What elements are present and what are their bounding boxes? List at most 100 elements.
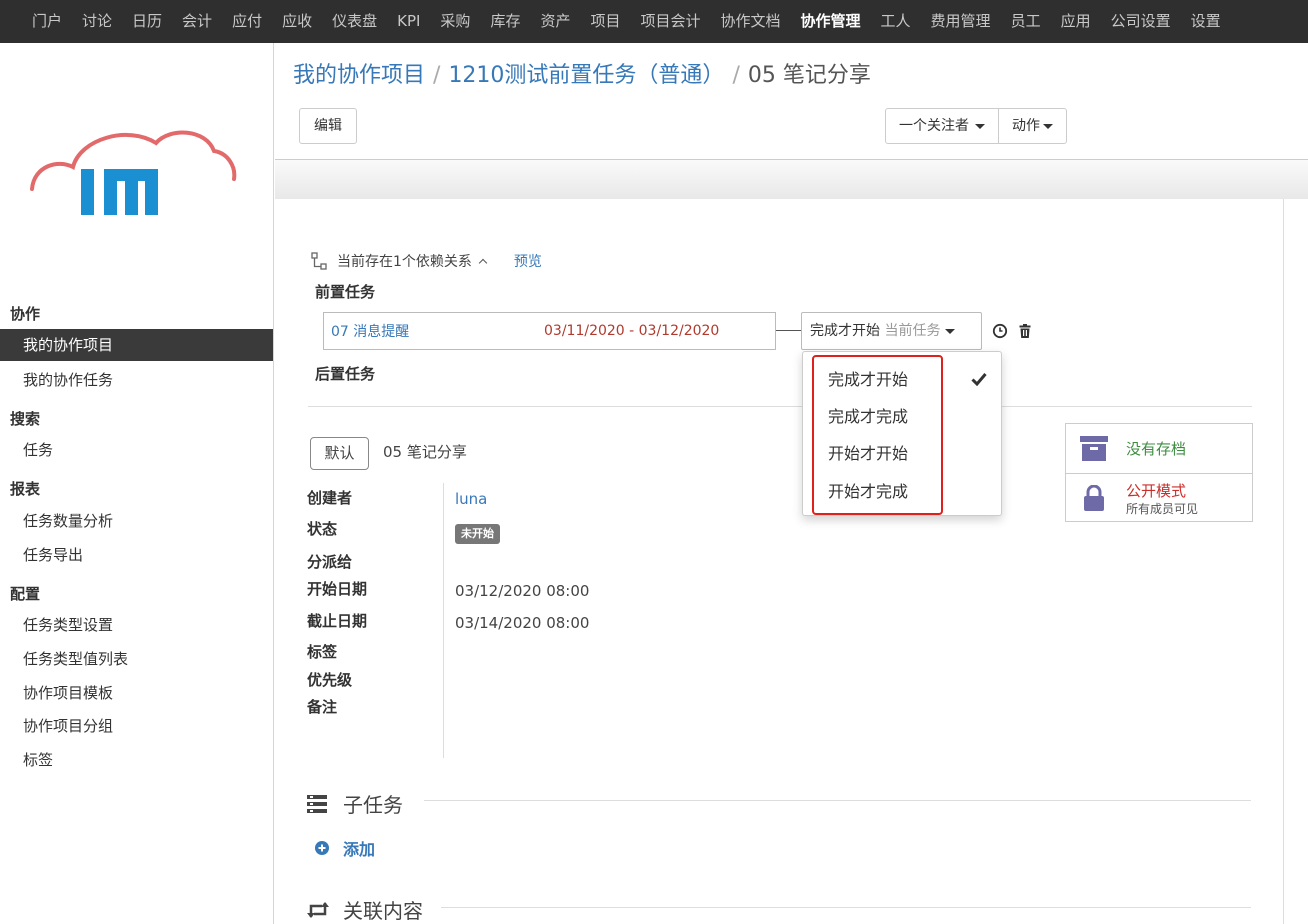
related-rule <box>441 907 1251 908</box>
check-icon <box>971 373 987 386</box>
post-task-title: 后置任务 <box>315 365 376 383</box>
sidebar-item-task-export[interactable]: 任务导出 <box>0 539 273 571</box>
preview-link[interactable]: 预览 <box>514 251 542 271</box>
sidebar-item-project-groups[interactable]: 协作项目分组 <box>0 710 273 742</box>
clock-icon[interactable] <box>992 323 1008 339</box>
task-name: 05 笔记分享 <box>383 443 467 461</box>
nav-calendar[interactable]: 日历 <box>122 0 172 43</box>
priority-label: 优先级 <box>307 671 353 689</box>
relation-option-finish-start[interactable]: 完成才开始 <box>828 366 908 390</box>
visibility-sub: 所有成员可见 <box>1126 502 1199 516</box>
deadline-value[interactable]: 03/14/2020 08:00 <box>455 614 589 632</box>
relation-select[interactable]: 完成才开始 当前任务 <box>801 312 982 350</box>
nav-collab-management[interactable]: 协作管理 <box>791 0 871 43</box>
nav-collab-docs[interactable]: 协作文档 <box>711 0 791 43</box>
nav-project-accounting[interactable]: 项目会计 <box>630 0 710 43</box>
chevron-up-icon[interactable] <box>478 258 488 267</box>
add-subtask-button[interactable]: 添加 <box>315 836 375 860</box>
tags-label: 标签 <box>307 643 338 661</box>
pre-task-link[interactable]: 07 消息提醒 <box>331 321 544 341</box>
main-content: 我的协作项目 / 1210测试前置任务（普通） / 05 笔记分享 编辑 一个关注者 动… <box>275 43 1308 924</box>
nav-company-settings[interactable]: 公司设置 <box>1101 0 1181 43</box>
nav-inventory[interactable]: 库存 <box>480 0 530 43</box>
followers-label: 一个关注者 <box>899 118 969 134</box>
breadcrumb-separator: / <box>732 63 740 88</box>
form-sheet: 当前存在1个依赖关系 预览 前置任务 07 消息提醒 03/11/2020 - … <box>275 199 1284 924</box>
sidebar-section-config: 配置 <box>10 585 41 603</box>
nav-portal[interactable]: 门户 <box>22 0 72 43</box>
dependency-summary-text[interactable]: 当前存在1个依赖关系 <box>337 251 472 271</box>
trash-icon[interactable] <box>1017 323 1033 339</box>
top-navbar: 门户 讨论 日历 会计 应付 应收 仪表盘 KPI 采购 库存 资产 项目 项目… <box>0 0 1308 43</box>
nav-expenses[interactable]: 费用管理 <box>921 0 1001 43</box>
retweet-icon <box>307 901 329 918</box>
sidebar-item-task-type-settings[interactable]: 任务类型设置 <box>0 609 273 641</box>
action-dropdown[interactable]: 动作 <box>998 109 1066 143</box>
breadcrumb-project[interactable]: 1210测试前置任务（普通） <box>448 63 724 88</box>
start-date-value[interactable]: 03/12/2020 08:00 <box>455 582 589 600</box>
nav-dashboard[interactable]: 仪表盘 <box>322 0 387 43</box>
sidebar-item-my-tasks[interactable]: 我的协作任务 <box>0 364 273 396</box>
tasks-icon <box>307 794 327 813</box>
nav-accounting[interactable]: 会计 <box>172 0 222 43</box>
nav-project[interactable]: 项目 <box>580 0 630 43</box>
notes-label: 备注 <box>307 698 338 716</box>
nav-settings[interactable]: 设置 <box>1181 0 1231 43</box>
nav-employees[interactable]: 员工 <box>1001 0 1051 43</box>
caret-down-icon <box>975 123 985 129</box>
visibility-toggle[interactable]: 公开模式 所有成员可见 <box>1066 473 1252 522</box>
nav-receivable[interactable]: 应收 <box>272 0 322 43</box>
nav-purchase[interactable]: 采购 <box>430 0 480 43</box>
relation-option-start-start[interactable]: 开始才开始 <box>828 440 908 464</box>
caret-down-icon <box>1043 123 1053 129</box>
sidebar-item-project-templates[interactable]: 协作项目模板 <box>0 677 273 709</box>
nav-discuss[interactable]: 讨论 <box>72 0 122 43</box>
relation-dropdown-menu: 完成才开始 完成才完成 开始才开始 开始才完成 <box>802 351 1002 516</box>
header-actions: 一个关注者 动作 <box>885 108 1067 144</box>
relation-option-finish-finish[interactable]: 完成才完成 <box>828 403 908 427</box>
sidebar-section-reports: 报表 <box>10 480 41 498</box>
related-header: 关联内容 <box>307 895 423 924</box>
relation-suffix: 当前任务 <box>884 323 941 339</box>
pre-task-field[interactable]: 07 消息提醒 03/11/2020 - 03/12/2020 <box>323 312 776 350</box>
sidebar-item-task-type-values[interactable]: 任务类型值列表 <box>0 643 273 675</box>
statusbar-band <box>275 159 1308 199</box>
action-label: 动作 <box>1012 118 1040 134</box>
lock-icon <box>1084 485 1104 511</box>
nav-workers[interactable]: 工人 <box>871 0 921 43</box>
status-card: 没有存档 公开模式 所有成员可见 <box>1065 423 1253 522</box>
subtasks-title: 子任务 <box>343 793 403 817</box>
plus-circle-icon <box>315 841 329 855</box>
followers-dropdown[interactable]: 一个关注者 <box>886 109 998 143</box>
dependency-summary: 当前存在1个依赖关系 预览 <box>311 251 542 271</box>
company-logo <box>30 130 237 215</box>
sidebar-section-search: 搜索 <box>10 410 41 428</box>
subtasks-header: 子任务 <box>307 789 403 818</box>
nav-assets[interactable]: 资产 <box>530 0 580 43</box>
sidebar-item-my-projects[interactable]: 我的协作项目 <box>0 329 273 361</box>
breadcrumb-my-projects[interactable]: 我的协作项目 <box>293 63 425 88</box>
nav-apps[interactable]: 应用 <box>1051 0 1101 43</box>
archive-toggle[interactable]: 没有存档 <box>1066 424 1252 473</box>
dependency-divider <box>308 406 1252 407</box>
visibility-label: 公开模式 <box>1126 482 1187 500</box>
sidebar-item-task-analysis[interactable]: 任务数量分析 <box>0 505 273 537</box>
status-label: 状态 <box>307 520 338 538</box>
sidebar-section-collab: 协作 <box>10 305 41 323</box>
breadcrumb-current: 05 笔记分享 <box>747 63 871 88</box>
sidebar-item-tags[interactable]: 标签 <box>0 744 273 776</box>
pre-task-title: 前置任务 <box>315 283 376 301</box>
breadcrumb-separator: / <box>433 63 441 88</box>
sidebar-item-tasks[interactable]: 任务 <box>0 434 273 466</box>
breadcrumb: 我的协作项目 / 1210测试前置任务（普通） / 05 笔记分享 <box>293 57 871 89</box>
creator-link[interactable]: luna <box>455 490 487 508</box>
fields-divider <box>443 483 444 758</box>
stage-button[interactable]: 默认 <box>310 437 369 470</box>
edit-button[interactable]: 编辑 <box>299 108 357 144</box>
relation-option-start-finish[interactable]: 开始才完成 <box>828 478 908 502</box>
nav-kpi[interactable]: KPI <box>387 0 430 43</box>
deadline-label: 截止日期 <box>307 612 368 630</box>
archive-label: 没有存档 <box>1126 440 1187 458</box>
relation-selected: 完成才开始 <box>810 323 880 339</box>
nav-payable[interactable]: 应付 <box>222 0 272 43</box>
